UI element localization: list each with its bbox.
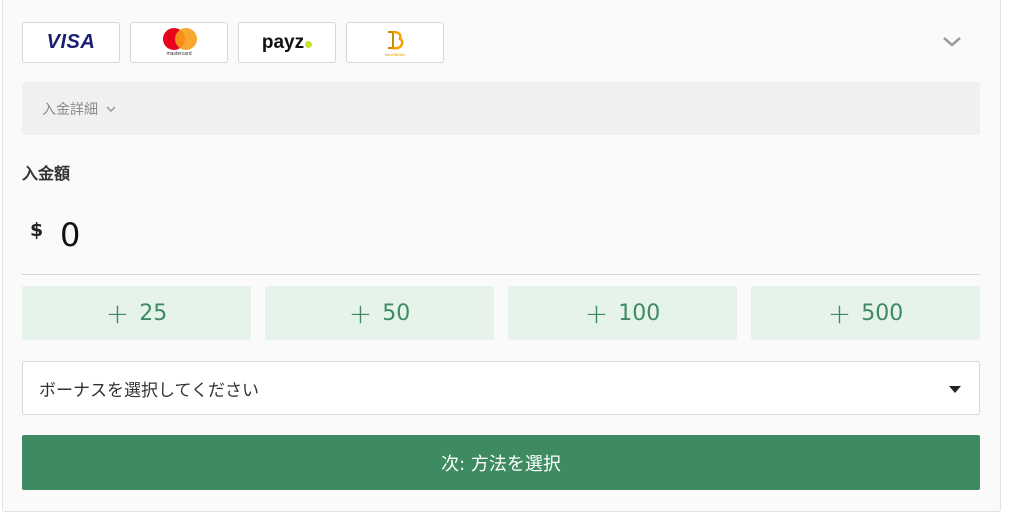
quick-amount-button[interactable]: +25 <box>22 286 251 340</box>
chevron-down-icon <box>106 105 116 112</box>
muchbetter-logo: MuchBetter <box>384 29 406 57</box>
payment-method-mastercard[interactable]: mastercard <box>130 22 228 63</box>
amount-input[interactable]: 0 <box>60 216 80 254</box>
plus-icon: + <box>827 296 852 330</box>
payment-methods-row: VISA mastercard payz MuchBetter <box>22 22 444 63</box>
plus-icon: + <box>105 296 130 330</box>
currency-symbol: $ <box>30 219 44 241</box>
plus-icon: + <box>584 296 609 330</box>
amount-underline <box>22 274 980 275</box>
plus-icon: + <box>348 296 373 330</box>
quick-amount-button[interactable]: +50 <box>265 286 494 340</box>
amount-label: 入金額 <box>22 164 71 183</box>
payz-logo: payz <box>262 32 313 54</box>
mastercard-logo: mastercard <box>161 28 197 57</box>
quick-amount-button[interactable]: +100 <box>508 286 737 340</box>
payment-method-payz[interactable]: payz <box>238 22 336 63</box>
chevron-down-icon[interactable] <box>940 32 964 52</box>
visa-logo: VISA <box>46 31 96 53</box>
caret-down-icon <box>949 386 961 393</box>
deposit-details-toggle[interactable]: 入金詳細 <box>22 82 980 135</box>
next-select-method-button[interactable]: 次: 方法を選択 <box>22 435 980 490</box>
deposit-details-label: 入金詳細 <box>42 101 98 118</box>
bonus-select[interactable]: ボーナスを選択してください <box>22 361 980 415</box>
payment-method-muchbetter[interactable]: MuchBetter <box>346 22 444 63</box>
quick-amount-button[interactable]: +500 <box>751 286 980 340</box>
payment-method-visa[interactable]: VISA <box>22 22 120 63</box>
bonus-select-text: ボーナスを選択してください <box>39 380 259 401</box>
quick-amounts-row: +25 +50 +100 +500 <box>22 286 980 340</box>
